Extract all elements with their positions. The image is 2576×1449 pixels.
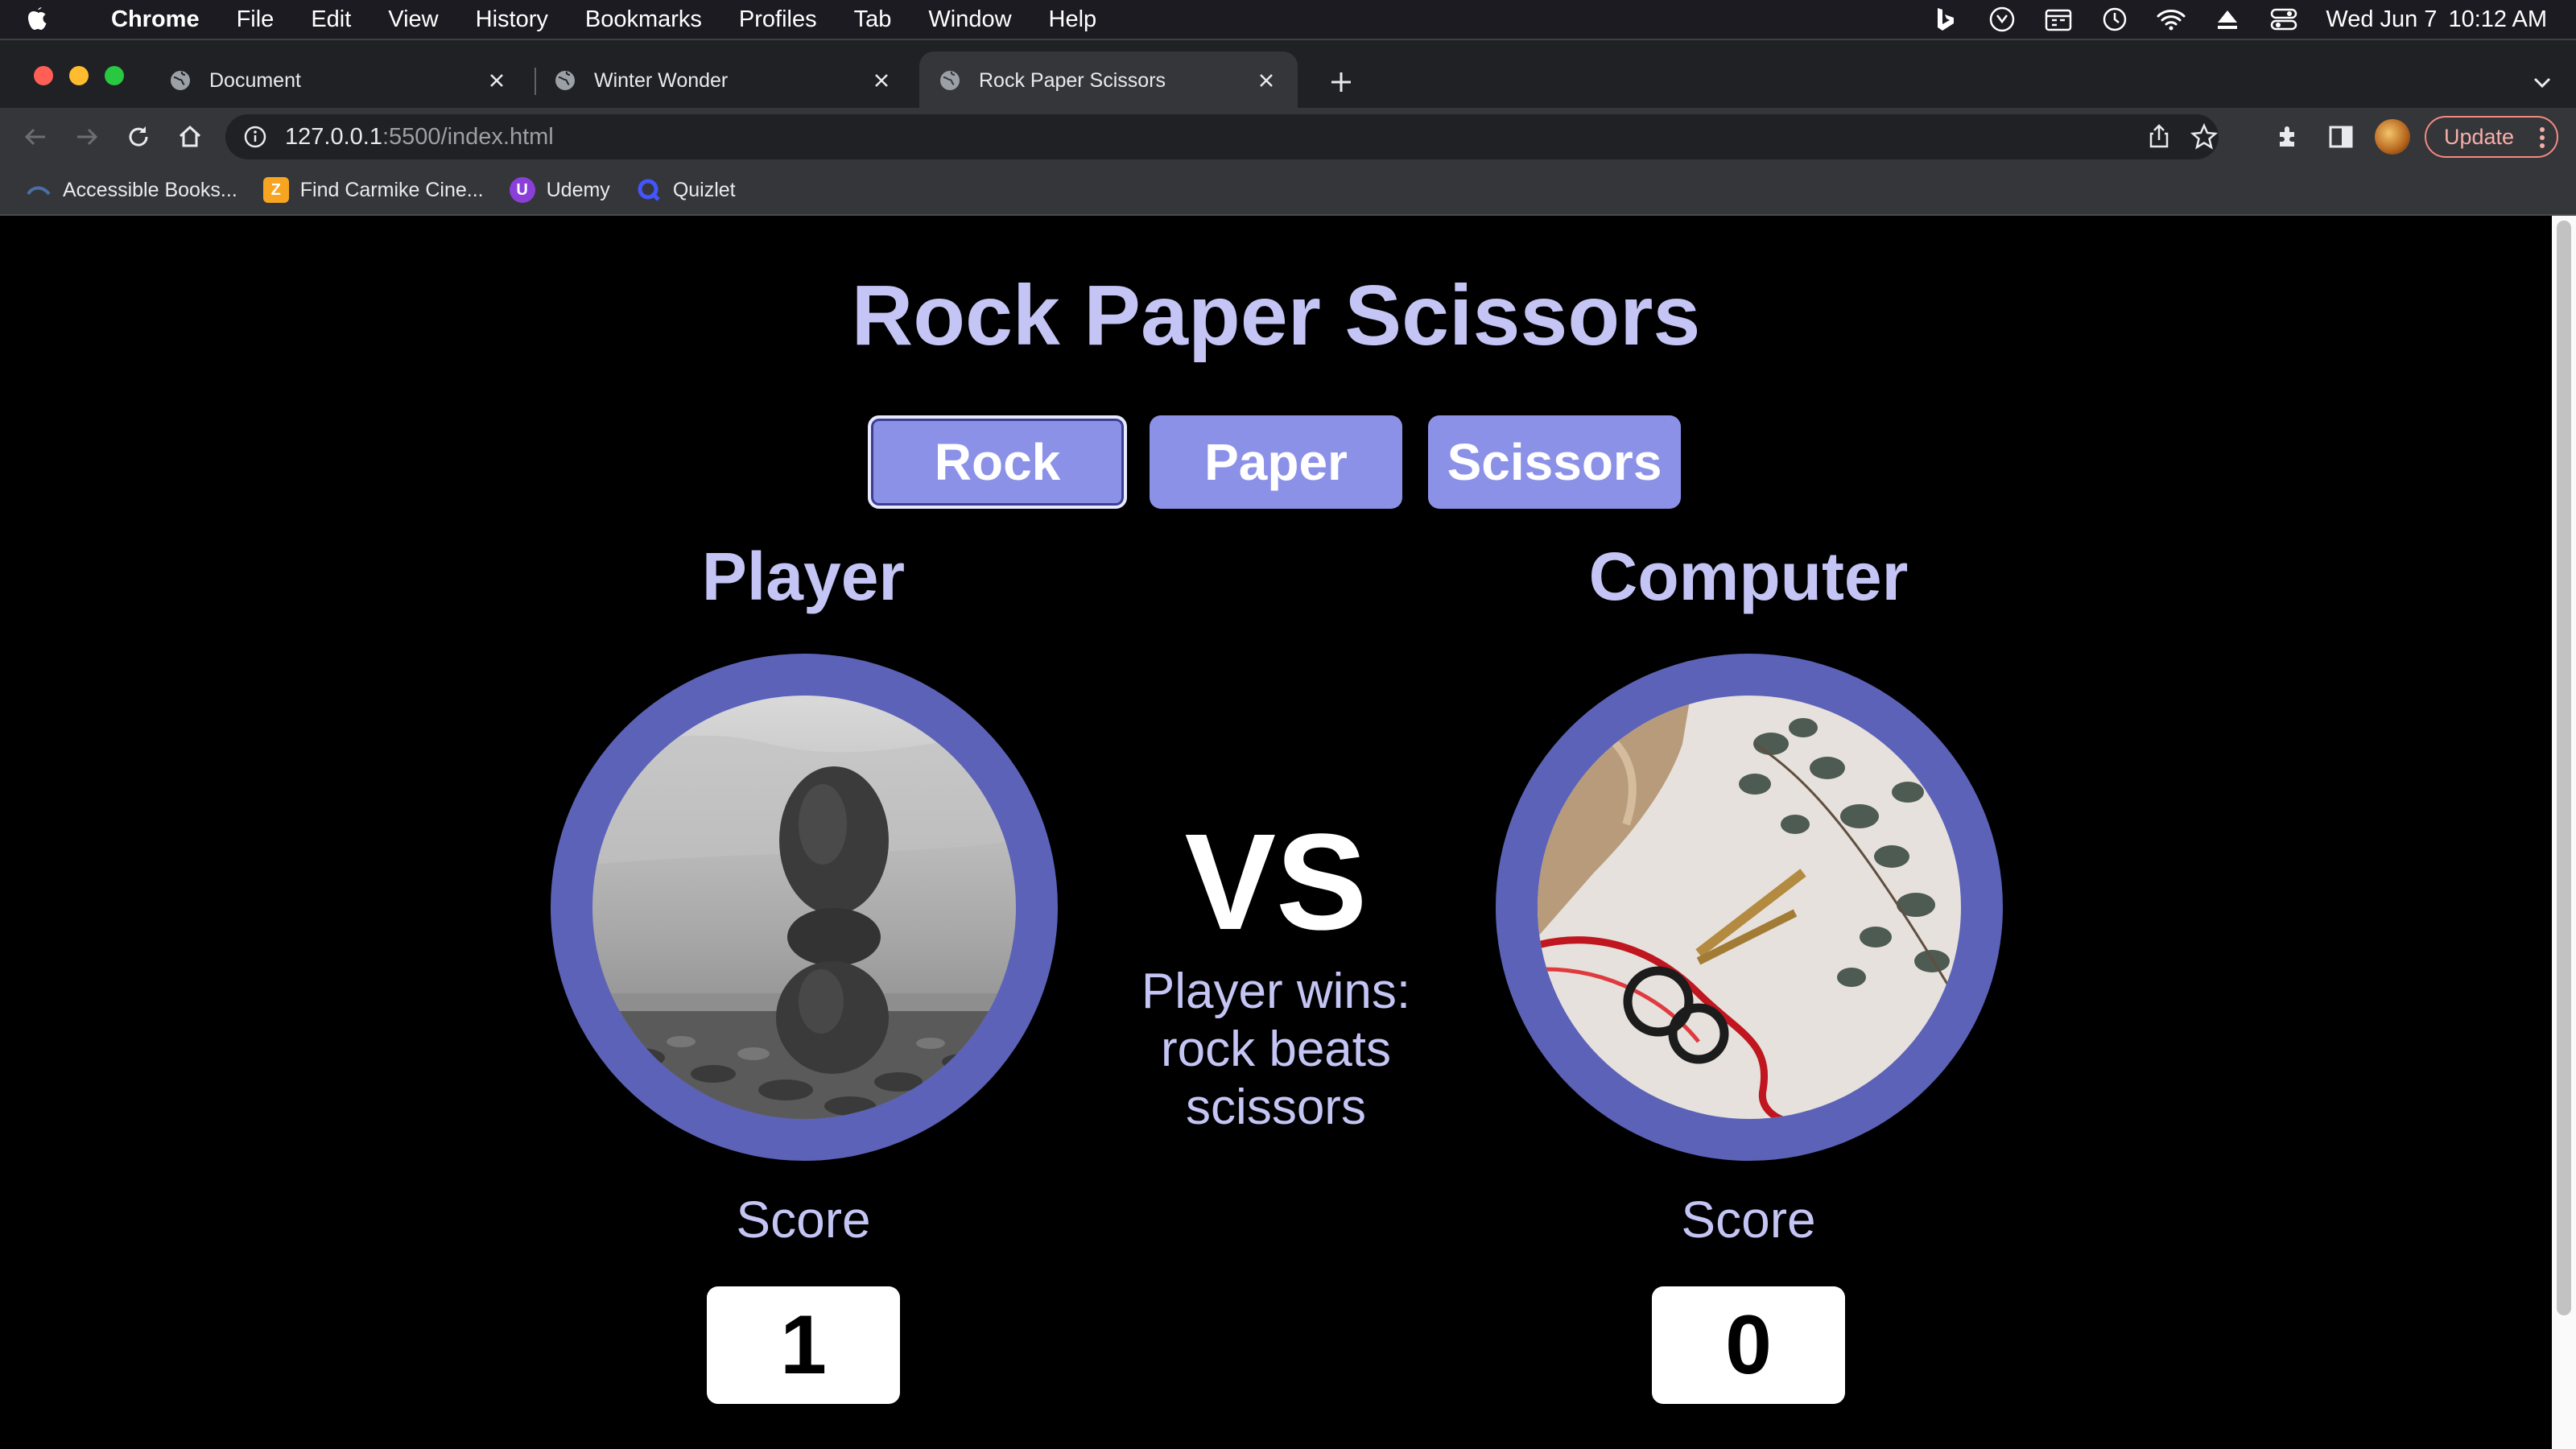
status-area: Wed Jun 7 10:12 AM: [1931, 0, 2547, 39]
close-window-button[interactable]: [34, 66, 53, 85]
tab-strip: Document Winter Wonder Rock Paper Scisso…: [0, 39, 2576, 109]
close-tab-icon[interactable]: [485, 68, 509, 93]
scissors-button[interactable]: Scissors: [1428, 415, 1681, 509]
more-icon[interactable]: [2539, 127, 2545, 148]
books-icon: [26, 177, 52, 203]
player-choice-frame: [551, 654, 1058, 1161]
minimize-window-button[interactable]: [69, 66, 89, 85]
clock-date: Wed Jun 7: [2326, 6, 2438, 32]
menu-file[interactable]: File: [237, 6, 275, 33]
bing-icon[interactable]: [1931, 5, 1960, 34]
computer-choice-frame: [1496, 654, 2003, 1161]
tab-rock-paper-scissors[interactable]: Rock Paper Scissors: [919, 52, 1298, 109]
control-center-icon[interactable]: [2269, 5, 2298, 34]
menu-app-chrome[interactable]: Chrome: [111, 6, 200, 33]
paper-button[interactable]: Paper: [1150, 415, 1402, 509]
update-label: Update: [2444, 124, 2515, 149]
share-icon[interactable]: [2145, 122, 2174, 151]
bookmark-label: Find Carmike Cine...: [299, 178, 484, 201]
bookmark-udemy[interactable]: U Udemy: [509, 177, 610, 203]
rock-button[interactable]: Rock: [868, 415, 1127, 509]
back-icon[interactable]: [21, 122, 50, 151]
new-tab-icon[interactable]: [1327, 68, 1356, 97]
quizlet-icon: [636, 177, 662, 203]
globe-icon: [940, 71, 960, 90]
bookmark-label: Quizlet: [672, 178, 736, 201]
vs-label: VS: [1184, 806, 1368, 959]
chevron-down-icon[interactable]: [2528, 68, 2557, 97]
macos-menu-bar: Chrome File Edit View History Bookmarks …: [0, 0, 2576, 39]
window-controls: [34, 66, 124, 85]
computer-score-label: Score: [1681, 1191, 1816, 1249]
bookmark-accessible-books[interactable]: Accessible Books...: [26, 177, 237, 203]
time-machine-icon[interactable]: [2100, 5, 2129, 34]
close-tab-icon[interactable]: [1254, 68, 1278, 93]
side-panel-icon[interactable]: [2326, 122, 2355, 151]
round-result: Player wins: rock beats scissors: [1141, 964, 1411, 1135]
player-score: 1: [707, 1286, 900, 1404]
player-score-label: Score: [736, 1191, 871, 1249]
menu-edit[interactable]: Edit: [311, 6, 351, 33]
menu-profiles[interactable]: Profiles: [739, 6, 817, 33]
menu-window[interactable]: Window: [928, 6, 1011, 33]
bookmark-carmike[interactable]: Z Find Carmike Cine...: [262, 177, 484, 203]
clock-time: 10:12 AM: [2448, 6, 2547, 32]
menu-bookmarks[interactable]: Bookmarks: [585, 6, 702, 33]
reload-icon[interactable]: [124, 122, 153, 151]
scissors-ribbon-photo: [1538, 696, 1961, 1119]
computer-heading: Computer: [1588, 539, 1909, 614]
zoom-window-button[interactable]: [105, 66, 124, 85]
menu-tab[interactable]: Tab: [854, 6, 892, 33]
bookmark-label: Udemy: [546, 178, 610, 201]
vertical-scrollbar[interactable]: [2552, 216, 2576, 1449]
close-tab-icon[interactable]: [869, 68, 894, 93]
globe-icon: [171, 71, 190, 90]
activity-icon[interactable]: [1988, 5, 2017, 34]
extensions-icon[interactable]: [2273, 122, 2302, 151]
menu-history[interactable]: History: [476, 6, 548, 33]
address-bar[interactable]: 127.0.0.1:5500/index.html: [225, 114, 2219, 159]
tab-winter-wonder[interactable]: Winter Wonder: [535, 52, 913, 109]
url-path: :5500/index.html: [382, 123, 554, 150]
stacked-rocks-photo: [592, 696, 1016, 1119]
tab-title: Rock Paper Scissors: [979, 68, 1166, 92]
home-icon[interactable]: [175, 122, 204, 151]
computer-score: 0: [1652, 1286, 1845, 1404]
info-icon[interactable]: [243, 125, 267, 149]
game-title: Rock Paper Scissors: [851, 268, 1701, 363]
browser-toolbar: 127.0.0.1:5500/index.html Update: [0, 108, 2576, 166]
url-host: 127.0.0.1: [285, 123, 382, 150]
update-button[interactable]: Update: [2425, 116, 2558, 158]
globe-icon: [555, 71, 575, 90]
eject-icon[interactable]: [2213, 5, 2242, 34]
bookmark-quizlet[interactable]: Quizlet: [636, 177, 736, 203]
wifi-icon[interactable]: [2157, 5, 2186, 34]
tab-title: Document: [209, 68, 301, 92]
tab-title: Winter Wonder: [594, 68, 729, 92]
menu-view[interactable]: View: [388, 6, 438, 33]
scrollbar-thumb[interactable]: [2557, 221, 2571, 1315]
apple-logo-icon[interactable]: [26, 0, 61, 39]
player-heading: Player: [701, 539, 906, 614]
calendar-icon[interactable]: [2044, 5, 2073, 34]
carmike-icon: Z: [262, 177, 289, 203]
bookmark-star-icon[interactable]: [2190, 122, 2219, 151]
bookmark-label: Accessible Books...: [63, 178, 237, 201]
bookmarks-bar: Accessible Books... Z Find Carmike Cine.…: [0, 166, 2576, 216]
forward-icon[interactable]: [72, 122, 101, 151]
menu-help[interactable]: Help: [1049, 6, 1097, 33]
udemy-icon: U: [509, 177, 535, 203]
profile-avatar[interactable]: [2375, 119, 2410, 155]
clock[interactable]: Wed Jun 7 10:12 AM: [2326, 6, 2547, 33]
tab-document[interactable]: Document: [150, 52, 528, 109]
page-viewport: Rock Paper Scissors Rock Paper Scissors …: [0, 216, 2576, 1449]
